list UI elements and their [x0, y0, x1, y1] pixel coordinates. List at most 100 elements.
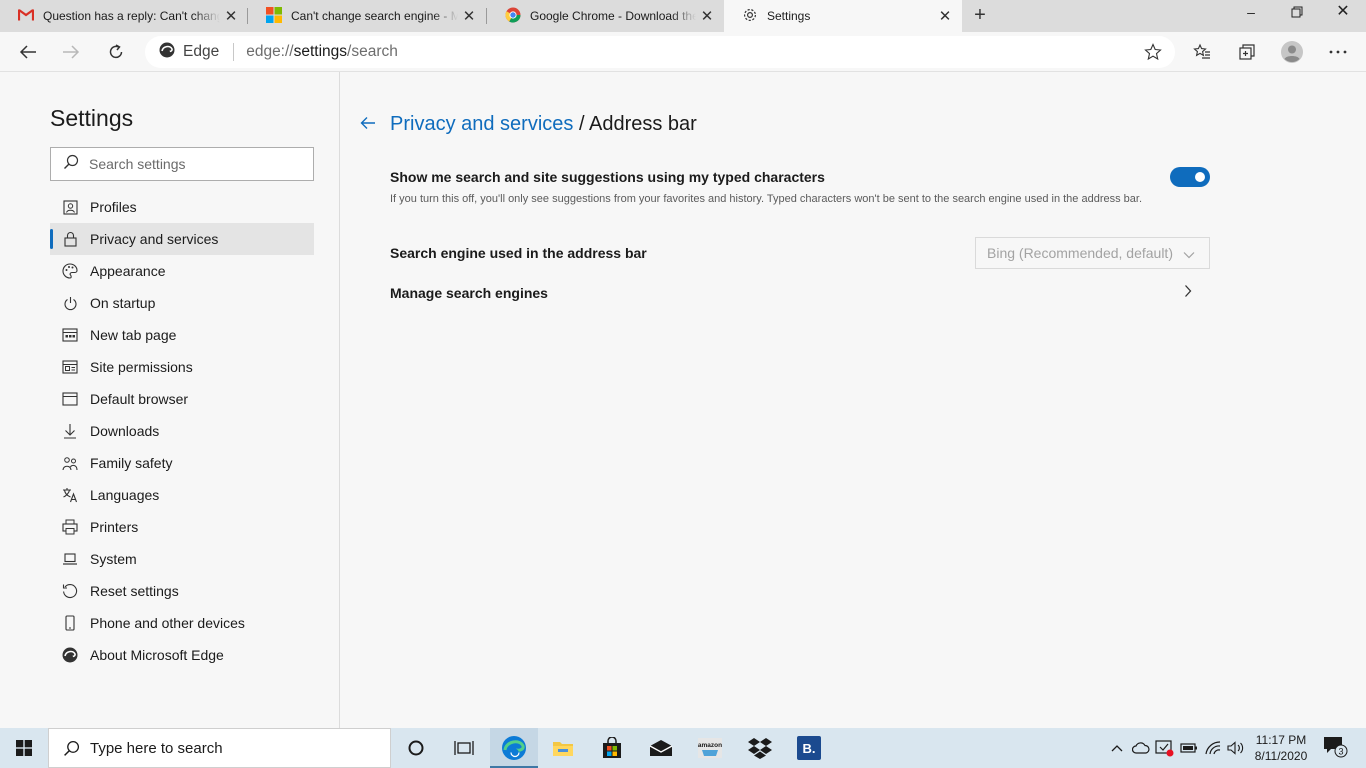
- download-icon: [62, 423, 78, 439]
- sidebar-item-system[interactable]: System: [50, 543, 314, 575]
- back-button[interactable]: [12, 36, 44, 68]
- onedrive-icon[interactable]: [1131, 738, 1151, 758]
- collections-icon: [1239, 44, 1255, 60]
- sidebar-item-printers[interactable]: Printers: [50, 511, 314, 543]
- sidebar-item-appearance[interactable]: Appearance: [50, 255, 314, 287]
- sidebar-item-startup[interactable]: On startup: [50, 287, 314, 319]
- tab-strip: Question has a reply: Can't change ✕ Can…: [0, 0, 1366, 32]
- task-view-button[interactable]: [440, 728, 488, 768]
- site-identity[interactable]: Edge: [183, 43, 219, 61]
- edge-logo-icon: [159, 42, 175, 63]
- new-tab-button[interactable]: +: [966, 0, 994, 32]
- mail-icon: [649, 740, 673, 756]
- address-bar[interactable]: Edge edge://settings/search: [145, 36, 1175, 68]
- search-settings-input[interactable]: [89, 156, 299, 172]
- taskbar-search-box[interactable]: Type here to search: [48, 728, 391, 768]
- sidebar-item-new-tab-page[interactable]: New tab page: [50, 319, 314, 351]
- wifi-icon[interactable]: [1203, 738, 1223, 758]
- notification-icon[interactable]: 3: [1322, 737, 1350, 758]
- amazon-button[interactable]: amazon: [686, 728, 734, 768]
- booking-button[interactable]: B.: [785, 728, 833, 768]
- start-button[interactable]: [0, 728, 48, 768]
- tab-chrome[interactable]: Google Chrome - Download the ✕: [487, 0, 724, 32]
- volume-icon[interactable]: [1226, 738, 1246, 758]
- sidebar-item-label: Printers: [90, 519, 139, 535]
- close-icon[interactable]: ✕: [934, 7, 956, 25]
- search-engine-select[interactable]: Bing (Recommended, default): [975, 237, 1210, 269]
- sidebar-item-family-safety[interactable]: Family safety: [50, 447, 314, 479]
- sidebar-item-label: Phone and other devices: [90, 615, 245, 631]
- sidebar-item-label: Default browser: [90, 391, 189, 407]
- page-title: Privacy and services / Address bar: [390, 113, 697, 136]
- manage-search-engines-row[interactable]: Manage search engines: [390, 285, 1210, 301]
- sidebar-item-profiles[interactable]: Profiles: [50, 191, 314, 223]
- edge-logo-icon: [62, 647, 78, 663]
- star-icon[interactable]: [1144, 43, 1162, 66]
- chevron-up-icon[interactable]: [1107, 738, 1127, 758]
- taskbar-search-placeholder: Type here to search: [90, 739, 223, 757]
- chevron-down-icon: [1183, 246, 1195, 262]
- chevron-right-icon[interactable]: [1184, 284, 1192, 303]
- clock[interactable]: 11:17 PM 8/11/2020: [1246, 732, 1316, 764]
- ellipsis-icon: [1329, 50, 1347, 54]
- suggestions-toggle[interactable]: [1170, 167, 1210, 187]
- suggestions-setting: Show me search and site suggestions usin…: [390, 169, 1210, 207]
- suggestions-label: Show me search and site suggestions usin…: [390, 169, 825, 185]
- sidebar-item-phone-devices[interactable]: Phone and other devices: [50, 607, 314, 639]
- back-arrow-icon[interactable]: [357, 112, 379, 134]
- profile-button[interactable]: [1276, 36, 1308, 68]
- forward-button[interactable]: [55, 36, 87, 68]
- store-icon: [603, 737, 621, 758]
- collections-button[interactable]: [1231, 36, 1263, 68]
- store-button[interactable]: [588, 728, 636, 768]
- minimize-button[interactable]: –: [1228, 0, 1274, 32]
- search-settings-box[interactable]: [50, 147, 314, 181]
- restore-button[interactable]: [1274, 0, 1320, 32]
- gear-icon: [742, 7, 758, 26]
- sidebar-item-label: Reset settings: [90, 583, 179, 599]
- close-icon[interactable]: ✕: [458, 7, 480, 25]
- cortana-icon: [408, 740, 424, 756]
- sidebar-item-downloads[interactable]: Downloads: [50, 415, 314, 447]
- sidebar-item-languages[interactable]: Languages: [50, 479, 314, 511]
- reset-icon: [62, 583, 78, 599]
- settings-sidebar: Settings Profiles Privacy and services A…: [0, 72, 340, 728]
- file-explorer-button[interactable]: [539, 728, 587, 768]
- sidebar-item-site-permissions[interactable]: Site permissions: [50, 351, 314, 383]
- sidebar-item-default-browser[interactable]: Default browser: [50, 383, 314, 415]
- settings-content: Privacy and services / Address bar Show …: [341, 72, 1366, 728]
- close-window-button[interactable]: ✕: [1320, 0, 1366, 32]
- sidebar-title: Settings: [50, 105, 134, 131]
- search-engine-value: Bing (Recommended, default): [987, 245, 1173, 261]
- sidebar-item-privacy[interactable]: Privacy and services: [50, 223, 314, 255]
- refresh-button[interactable]: [100, 36, 132, 68]
- sidebar-item-label: Downloads: [90, 423, 160, 439]
- tab-settings[interactable]: Settings ✕: [724, 0, 962, 32]
- mail-button[interactable]: [637, 728, 685, 768]
- dropbox-button[interactable]: [736, 728, 784, 768]
- cortana-button[interactable]: [392, 728, 440, 768]
- tab-microsoft[interactable]: Can't change search engine - Mi ✕: [248, 0, 486, 32]
- more-options-button[interactable]: [1322, 36, 1354, 68]
- browser-toolbar: Edge edge://settings/search: [0, 32, 1366, 72]
- booking-label: B.: [803, 741, 816, 756]
- notification-count: 3: [1338, 747, 1343, 757]
- breadcrumb-parent-link[interactable]: Privacy and services: [390, 113, 573, 135]
- favorites-button[interactable]: [1186, 36, 1218, 68]
- booking-icon: B.: [797, 736, 821, 760]
- power-icon: [62, 295, 78, 311]
- close-icon[interactable]: ✕: [220, 7, 242, 25]
- close-icon[interactable]: ✕: [696, 7, 718, 25]
- folder-icon: [553, 742, 573, 756]
- sidebar-item-about[interactable]: About Microsoft Edge: [50, 639, 314, 671]
- search-icon: [64, 740, 80, 756]
- battery-icon[interactable]: [1179, 738, 1199, 758]
- tab-title: Google Chrome - Download the: [530, 9, 696, 23]
- refresh-icon: [109, 44, 123, 59]
- sidebar-item-reset-settings[interactable]: Reset settings: [50, 575, 314, 607]
- sidebar-item-label: Languages: [90, 487, 160, 503]
- back-arrow-icon: [19, 45, 36, 59]
- tab-gmail[interactable]: Question has a reply: Can't change ✕: [0, 0, 248, 32]
- edge-taskbar-button[interactable]: [490, 728, 538, 768]
- security-alert-icon[interactable]: [1155, 738, 1175, 758]
